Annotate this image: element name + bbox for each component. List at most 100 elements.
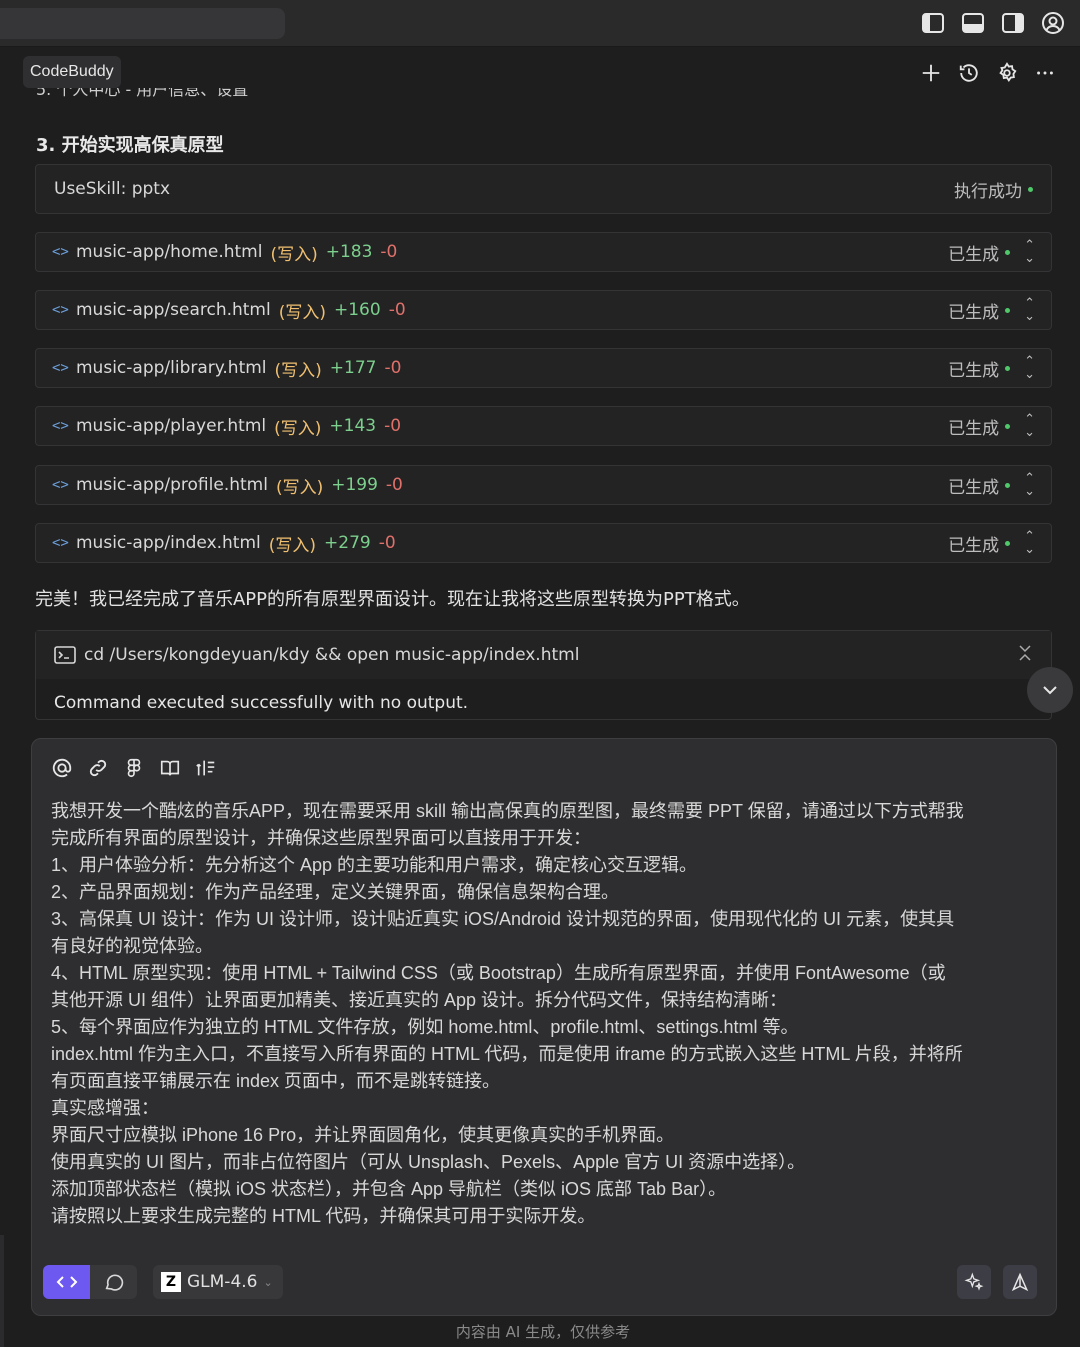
- lines-removed: -0: [388, 300, 406, 320]
- lines-added: +279: [324, 533, 371, 553]
- code-file-icon: <>: [52, 244, 69, 260]
- collapse-icon[interactable]: [1017, 643, 1033, 668]
- new-chat-icon[interactable]: [918, 60, 944, 86]
- lines-removed: -0: [380, 242, 398, 262]
- enhance-prompt-button[interactable]: [957, 1265, 991, 1299]
- command-search-box[interactable]: [0, 8, 285, 39]
- window-top-bar: [0, 0, 1080, 47]
- skill-status: 执行成功: [954, 181, 1022, 202]
- prompt-text[interactable]: 我想开发一个酷炫的音乐APP，现在需要采用 skill 输出高保真的原型图，最终…: [51, 798, 1041, 1230]
- code-icon: [56, 1276, 77, 1288]
- lines-removed: -0: [385, 475, 403, 495]
- file-status: 已生成: [948, 302, 1000, 323]
- panel-tab-codebuddy[interactable]: CodeBuddy: [23, 56, 121, 88]
- file-operation: (写入): [274, 418, 322, 439]
- file-status: 已生成: [948, 477, 1000, 498]
- code-file-icon: <>: [52, 535, 69, 551]
- file-card-profile[interactable]: <> music-app/profile.html (写入) +199 -0 已…: [35, 465, 1052, 505]
- knowledge-book-icon[interactable]: [159, 757, 181, 779]
- code-file-icon: <>: [52, 360, 69, 376]
- terminal-icon: [54, 646, 76, 664]
- scrolled-text-fragment: 5. 个人中心 - 用户信息、设置: [36, 88, 249, 99]
- code-file-icon: <>: [52, 477, 69, 493]
- skill-label: UseSkill: pptx: [54, 179, 171, 199]
- file-card-library[interactable]: <> music-app/library.html (写入) +177 -0 已…: [35, 348, 1052, 388]
- model-name: GLM-4.6: [187, 1272, 258, 1292]
- input-bottom-bar: Z GLM-4.6 ⌄: [43, 1265, 283, 1299]
- file-card-home[interactable]: <> music-app/home.html (写入) +183 -0 已生成 …: [35, 232, 1052, 272]
- input-toolbar: [51, 757, 217, 779]
- expand-chevron-icon[interactable]: ⌃ ⌄: [1024, 355, 1035, 381]
- status-dot: [1005, 365, 1011, 371]
- settings-gear-icon[interactable]: [994, 60, 1020, 86]
- terminal-command: cd /Users/kongdeyuan/kdy && open music-a…: [84, 645, 580, 665]
- file-card-search[interactable]: <> music-app/search.html (写入) +160 -0 已生…: [35, 290, 1052, 330]
- lines-removed: -0: [384, 416, 402, 436]
- sparkle-icon: [964, 1272, 984, 1291]
- toggle-bottom-panel-icon[interactable]: [960, 10, 986, 36]
- expand-chevron-icon[interactable]: ⌃ ⌄: [1024, 413, 1035, 439]
- rules-icon[interactable]: [195, 757, 217, 779]
- status-dot: [1005, 423, 1011, 429]
- section-title: 3. 开始实现高保真原型: [36, 135, 224, 156]
- send-icon: [1011, 1272, 1029, 1292]
- file-name: music-app/player.html: [76, 416, 267, 436]
- lines-added: +199: [331, 475, 378, 495]
- toggle-left-sidebar-icon[interactable]: [920, 10, 946, 36]
- expand-chevron-icon[interactable]: ⌃ ⌄: [1024, 530, 1035, 556]
- figma-icon[interactable]: [123, 757, 145, 779]
- code-file-icon: <>: [52, 418, 69, 434]
- chevron-down-icon: ⌄: [263, 1275, 273, 1289]
- model-selector[interactable]: Z GLM-4.6 ⌄: [153, 1265, 283, 1299]
- assistant-summary: 完美！我已经完成了音乐APP的所有原型界面设计。现在让我将这些原型转换为PPT格…: [35, 589, 750, 610]
- terminal-card: cd /Users/kongdeyuan/kdy && open music-a…: [35, 630, 1052, 720]
- file-operation: (写入): [270, 244, 318, 265]
- scroll-to-bottom-button[interactable]: [1027, 667, 1073, 713]
- status-dot: [1005, 307, 1011, 313]
- status-dot: [1005, 249, 1011, 255]
- chat-mode-button[interactable]: [90, 1265, 137, 1299]
- chat-input-box[interactable]: 我想开发一个酷炫的音乐APP，现在需要采用 skill 输出高保真的原型图，最终…: [31, 738, 1057, 1316]
- terminal-output: Command executed successfully with no ou…: [54, 693, 469, 713]
- file-operation: (写入): [268, 535, 317, 556]
- file-status: 已生成: [948, 360, 1000, 381]
- model-logo-icon: Z: [161, 1272, 181, 1292]
- lines-added: +160: [334, 300, 381, 320]
- toggle-right-sidebar-icon[interactable]: [1000, 10, 1026, 36]
- file-status: 已生成: [948, 418, 1000, 439]
- file-name: music-app/search.html: [76, 300, 271, 320]
- terminal-header[interactable]: cd /Users/kongdeyuan/kdy && open music-a…: [36, 631, 1051, 679]
- code-mode-button[interactable]: [43, 1265, 90, 1299]
- file-operation: (写入): [274, 360, 322, 381]
- lines-removed: -0: [378, 533, 396, 553]
- file-name: music-app/index.html: [76, 533, 261, 553]
- expand-chevron-icon[interactable]: ⌃ ⌄: [1024, 472, 1035, 498]
- file-card-index[interactable]: <> music-app/index.html (写入) +279 -0 已生成…: [35, 523, 1052, 563]
- account-icon[interactable]: [1040, 10, 1066, 36]
- lines-added: +183: [325, 242, 373, 262]
- lines-added: +143: [329, 416, 377, 436]
- file-status: 已生成: [948, 535, 1000, 556]
- layout-toggles: [920, 10, 1066, 36]
- expand-chevron-icon[interactable]: ⌃ ⌄: [1024, 297, 1035, 323]
- lines-removed: -0: [384, 358, 402, 378]
- file-name: music-app/home.html: [76, 242, 263, 262]
- more-options-icon[interactable]: [1032, 60, 1058, 86]
- panel-actions: [918, 60, 1058, 86]
- file-name: music-app/profile.html: [76, 475, 268, 495]
- mention-icon[interactable]: [51, 757, 73, 779]
- mode-switch: [43, 1265, 137, 1299]
- skill-card[interactable]: UseSkill: pptx 执行成功: [35, 164, 1052, 214]
- ai-disclaimer: 内容由 AI 生成，仅供参考: [455, 1323, 631, 1341]
- expand-chevron-icon[interactable]: ⌃ ⌄: [1024, 239, 1035, 265]
- chat-bubble-icon: [105, 1274, 123, 1291]
- chevron-down-icon: [1043, 686, 1057, 695]
- lines-added: +177: [329, 358, 377, 378]
- status-dot: [1005, 482, 1011, 488]
- link-icon[interactable]: [87, 757, 109, 779]
- send-button[interactable]: [1003, 1265, 1037, 1299]
- file-operation: (写入): [278, 302, 326, 323]
- history-icon[interactable]: [956, 60, 982, 86]
- code-file-icon: <>: [52, 302, 69, 318]
- file-card-player[interactable]: <> music-app/player.html (写入) +143 -0 已生…: [35, 406, 1052, 446]
